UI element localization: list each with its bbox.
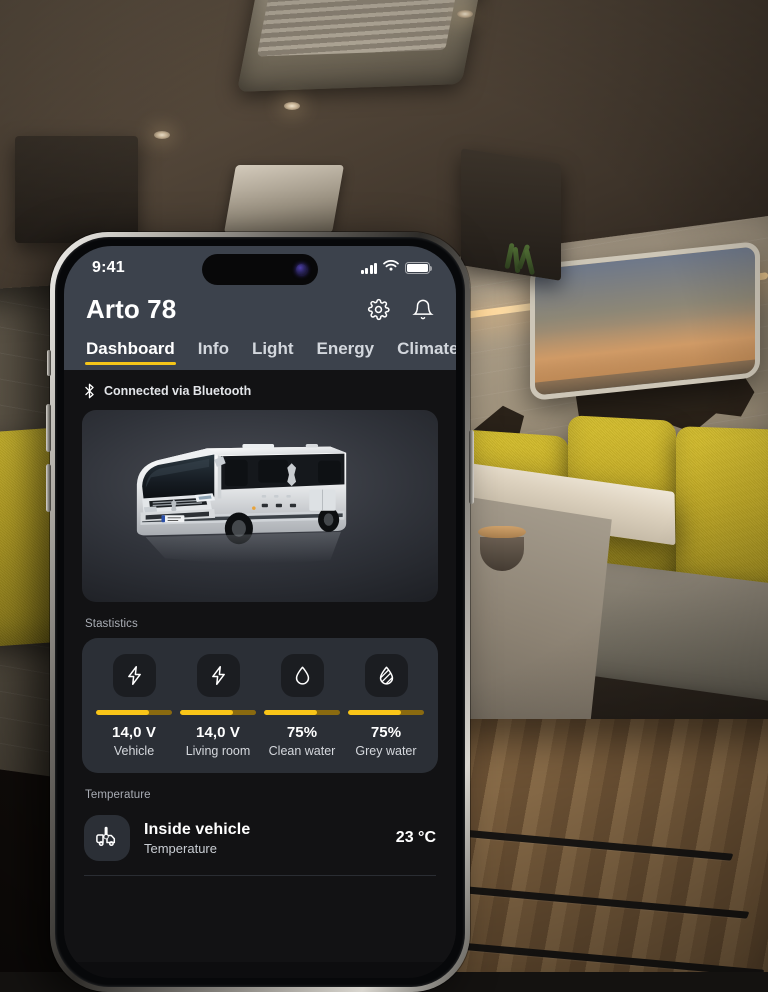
stat-progress-bar <box>348 710 424 715</box>
phone-bezel: 9:41 <box>55 237 465 987</box>
status-bar-indicators <box>361 259 431 277</box>
temperature-text: Inside vehicle Temperature <box>144 821 382 856</box>
statistics-card: 14,0 V Vehicle 14,0 V Living room <box>82 638 438 773</box>
droplet-grey-icon <box>365 654 408 697</box>
stat-progress-bar <box>264 710 340 715</box>
dashboard-content: Connected via Bluetooth <box>64 370 456 962</box>
tab-dashboard[interactable]: Dashboard <box>86 339 175 370</box>
battery-full-icon <box>405 262 430 274</box>
tab-energy[interactable]: Energy <box>317 339 375 370</box>
tab-bar: Dashboard Info Light Energy Climate <box>64 339 456 370</box>
stat-label: Vehicle <box>114 744 154 758</box>
page-title: Arto 78 <box>86 294 176 325</box>
volume-up-button[interactable] <box>46 404 51 452</box>
temperature-value: 23 °C <box>396 829 436 847</box>
stat-value: 14,0 V <box>196 724 240 741</box>
bluetooth-icon <box>84 383 95 399</box>
status-bar: 9:41 <box>64 246 456 290</box>
front-camera-icon <box>296 264 307 275</box>
tab-light[interactable]: Light <box>252 339 294 370</box>
silent-switch[interactable] <box>47 350 51 376</box>
statistics-section-label: Stastistics <box>82 602 438 638</box>
header-actions <box>367 298 434 321</box>
stat-value: 14,0 V <box>112 724 156 741</box>
stat-progress-bar <box>96 710 172 715</box>
stat-label: Clean water <box>269 744 336 758</box>
app-header: Arto 78 <box>64 290 456 339</box>
temperature-section-label: Temperature <box>82 773 438 809</box>
droplet-icon <box>281 654 324 697</box>
motorhome-illustration <box>110 432 409 573</box>
tab-info[interactable]: Info <box>198 339 229 370</box>
power-button[interactable] <box>469 430 474 504</box>
vehicle-thermometer-icon <box>84 815 130 861</box>
stat-living-room[interactable]: 14,0 V Living room <box>176 654 260 758</box>
wifi-icon <box>383 259 399 277</box>
volume-down-button[interactable] <box>46 464 51 512</box>
bell-icon[interactable] <box>412 298 434 321</box>
connection-status-label: Connected via Bluetooth <box>104 384 251 398</box>
connection-status: Connected via Bluetooth <box>82 370 438 410</box>
status-bar-time: 9:41 <box>92 259 125 277</box>
phone-frame: 9:41 <box>50 232 470 992</box>
stat-vehicle[interactable]: 14,0 V Vehicle <box>92 654 176 758</box>
temperature-subtitle: Temperature <box>144 841 382 856</box>
stat-label: Living room <box>186 744 251 758</box>
stat-clean-water[interactable]: 75% Clean water <box>260 654 344 758</box>
stat-progress-bar <box>180 710 256 715</box>
cellular-signal-icon <box>361 263 378 274</box>
bolt-icon <box>197 654 240 697</box>
stat-grey-water[interactable]: 75% Grey water <box>344 654 428 758</box>
tab-climate[interactable]: Climate <box>397 339 456 370</box>
dynamic-island <box>202 254 318 285</box>
temperature-row[interactable]: Inside vehicle Temperature 23 °C <box>82 809 438 875</box>
stat-value: 75% <box>371 724 401 741</box>
temperature-title: Inside vehicle <box>144 821 382 839</box>
vehicle-hero-image <box>82 410 438 602</box>
phone-device: 9:41 <box>50 232 470 992</box>
bolt-icon <box>113 654 156 697</box>
phone-screen: 9:41 <box>64 246 456 978</box>
gear-icon[interactable] <box>367 298 390 321</box>
stat-label: Grey water <box>355 744 416 758</box>
stat-value: 75% <box>287 724 317 741</box>
list-divider <box>84 875 436 876</box>
